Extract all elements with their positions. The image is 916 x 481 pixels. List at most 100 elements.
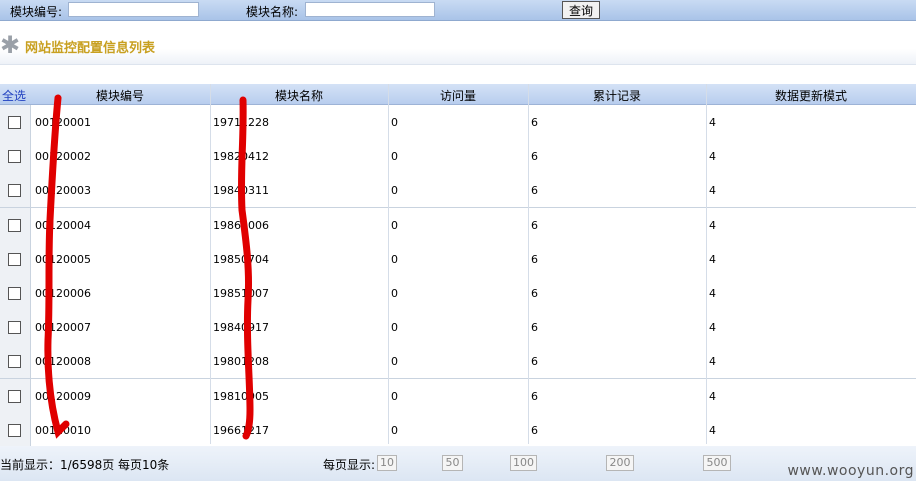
cell-visits: 0 [391, 389, 398, 403]
per-page-label: 每页显示: [323, 458, 376, 472]
cell-module-name: 19851007 [213, 287, 269, 300]
row-checkbox[interactable] [8, 150, 21, 164]
per-page-200-button[interactable]: 200 [606, 455, 634, 471]
per-page-100-button[interactable]: 100 [510, 455, 537, 471]
cell-visits: 0 [391, 150, 398, 164]
cell-module-id: 00120010 [35, 423, 91, 437]
cell-total-records: 6 [531, 150, 538, 164]
column-header-module-name: 模块名称 [274, 89, 323, 103]
module-id-input[interactable] [68, 2, 199, 17]
cell-total-records: 6 [531, 287, 538, 300]
module-name-label: 模块名称: [246, 5, 299, 19]
cell-update-mode: 4 [709, 184, 716, 198]
cell-module-name: 19840311 [213, 184, 269, 198]
cell-module-id: 00120002 [35, 150, 91, 164]
row-checkbox-cell [0, 173, 31, 208]
cell-module-id: 00120008 [35, 355, 91, 369]
row-checkbox-cell [0, 241, 31, 276]
pagination-bar: 当前显示：1/6598页 每页10条 每页显示: 10 50 100 200 5… [0, 446, 916, 481]
column-divider [210, 84, 211, 444]
row-checkbox[interactable] [8, 184, 21, 198]
row-checkbox-cell [0, 344, 31, 379]
cell-total-records: 6 [531, 252, 538, 266]
cell-update-mode: 4 [709, 252, 716, 266]
cell-module-name: 19810905 [213, 389, 269, 403]
row-checkbox-cell [0, 207, 31, 242]
row-checkbox[interactable] [8, 116, 21, 129]
row-checkbox[interactable] [8, 252, 21, 266]
cell-total-records: 6 [531, 423, 538, 437]
cell-module-name: 19711228 [213, 116, 269, 129]
cell-module-name: 19801208 [213, 355, 269, 369]
table-row: 00120006 19851007 0 6 4 [0, 276, 916, 311]
cell-visits: 0 [391, 116, 398, 129]
row-checkbox-cell [0, 139, 31, 174]
per-page-500-button[interactable]: 500 [703, 455, 731, 471]
cell-module-name: 19840917 [213, 321, 269, 335]
table-row: 00120008 19801208 0 6 4 [0, 344, 916, 380]
cell-total-records: 6 [531, 389, 538, 403]
row-checkbox[interactable] [8, 321, 21, 335]
table-row: 00120005 19850704 0 6 4 [0, 241, 916, 277]
cell-module-id: 00120003 [35, 184, 91, 198]
per-page-10-button[interactable]: 10 [377, 455, 397, 471]
page-title: 网站监控配置信息列表 [25, 41, 156, 56]
cell-total-records: 6 [531, 218, 538, 232]
table-row: 00120004 19861006 0 6 4 [0, 207, 916, 243]
cell-module-id: 00120004 [35, 218, 91, 232]
cell-update-mode: 4 [709, 423, 716, 437]
watermark: www.wooyun.org [787, 463, 914, 479]
cell-update-mode: 4 [709, 116, 716, 129]
row-checkbox-cell [0, 105, 31, 139]
cell-module-id: 00120006 [35, 287, 91, 300]
cell-total-records: 6 [531, 321, 538, 335]
cell-module-id: 00120001 [35, 116, 91, 129]
table-row: 00120002 19820412 0 6 4 [0, 139, 916, 175]
cell-total-records: 6 [531, 116, 538, 129]
cell-module-name: 19820412 [213, 150, 269, 164]
cell-update-mode: 4 [709, 218, 716, 232]
search-bar: 模块编号: 模块名称: 查询 [0, 0, 916, 21]
cell-visits: 0 [391, 252, 398, 266]
module-name-input[interactable] [305, 2, 435, 17]
row-checkbox[interactable] [8, 355, 21, 369]
page-info: 当前显示：1/6598页 每页10条 [0, 458, 170, 472]
table-header: 全选 模块编号 模块名称 访问量 累计记录 数据更新模式 [0, 84, 916, 105]
column-header-visits: 访问量 [439, 89, 476, 103]
column-header-module-id: 模块编号 [95, 89, 144, 103]
row-checkbox[interactable] [8, 423, 21, 437]
cell-update-mode: 4 [709, 150, 716, 164]
column-divider [706, 84, 707, 444]
cell-total-records: 6 [531, 355, 538, 369]
row-checkbox[interactable] [8, 218, 21, 232]
table-row: 00120009 19810905 0 6 4 [0, 378, 916, 414]
cell-update-mode: 4 [709, 321, 716, 335]
table-row: 00120007 19840917 0 6 4 [0, 310, 916, 346]
query-button[interactable]: 查询 [562, 1, 600, 19]
row-checkbox-cell [0, 310, 31, 345]
module-id-label: 模块编号: [10, 5, 63, 19]
column-header-total-records: 累计记录 [592, 89, 641, 103]
row-checkbox-cell [0, 378, 31, 413]
table-row: 00120001 19711228 0 6 4 [0, 105, 916, 140]
cell-visits: 0 [391, 184, 398, 198]
cell-visits: 0 [391, 218, 398, 232]
cell-visits: 0 [391, 423, 398, 437]
table-row: 00120003 19840311 0 6 4 [0, 173, 916, 209]
cell-module-id: 00120005 [35, 252, 91, 266]
row-checkbox[interactable] [8, 287, 21, 300]
cell-module-name: 19661217 [213, 423, 269, 437]
cell-module-id: 00120009 [35, 389, 91, 403]
cell-module-id: 00120007 [35, 321, 91, 335]
row-checkbox-cell [0, 276, 31, 310]
row-checkbox[interactable] [8, 389, 21, 403]
cell-update-mode: 4 [709, 287, 716, 300]
select-all-link[interactable]: 全选 [0, 87, 32, 104]
cell-update-mode: 4 [709, 389, 716, 403]
per-page-50-button[interactable]: 50 [442, 455, 463, 471]
cell-total-records: 6 [531, 184, 538, 198]
cell-visits: 0 [391, 355, 398, 369]
cell-visits: 0 [391, 287, 398, 300]
title-bar: ✱ 网站监控配置信息列表 [0, 26, 916, 65]
column-divider [528, 84, 529, 444]
